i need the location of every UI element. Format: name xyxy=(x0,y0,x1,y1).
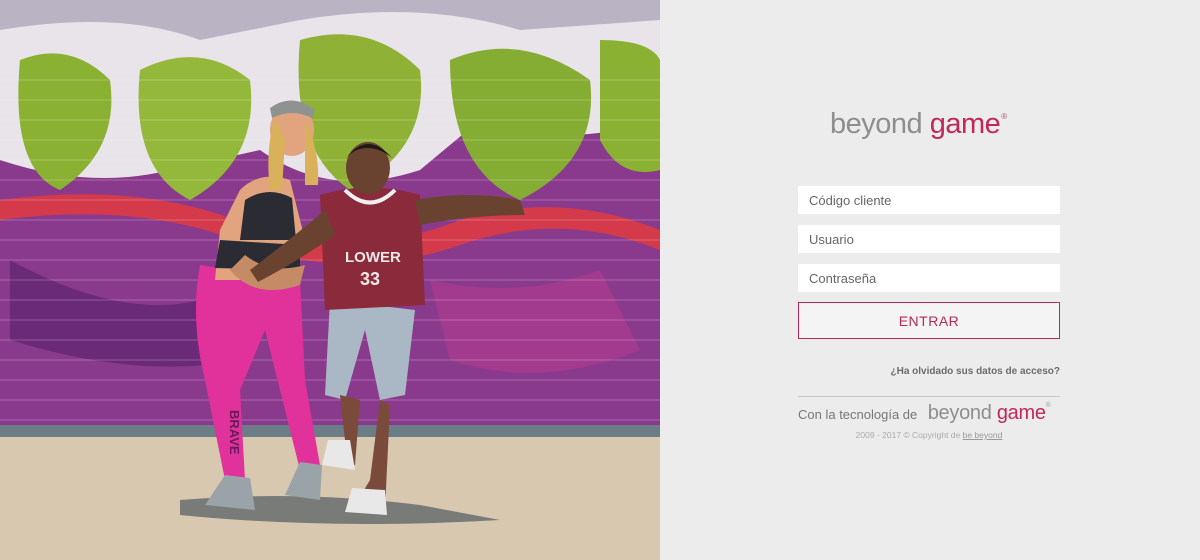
login-button[interactable]: ENTRAR xyxy=(798,302,1060,339)
footer-brand-logo: beyond game® xyxy=(928,402,1051,424)
powered-by: Con la tecnología de beyond game® xyxy=(798,402,1060,425)
footer-brand-word-beyond: beyond xyxy=(927,402,992,424)
jersey-number: 33 xyxy=(360,269,380,289)
copyright-text: 2009 - 2017 © Copyright de xyxy=(855,430,961,440)
brand-logo: beyond game® xyxy=(830,108,1007,141)
hero-illustration: LOWER 33 BRAVE xyxy=(0,0,660,560)
footer-divider xyxy=(798,396,1060,397)
footer-brand-word-game: game xyxy=(996,402,1046,424)
login-panel: beyond game® ENTRAR ¿Ha olvidado sus dat… xyxy=(660,0,1200,560)
username-input[interactable] xyxy=(798,225,1060,253)
footer-registered-mark: ® xyxy=(1045,402,1051,409)
jersey-text: LOWER xyxy=(345,249,401,266)
forgot-credentials-link[interactable]: ¿Ha olvidado sus datos de acceso? xyxy=(798,366,1061,377)
powered-by-label: Con la tecnología de xyxy=(798,407,918,422)
logo-word-game: game xyxy=(929,108,1001,140)
registered-mark: ® xyxy=(1001,112,1007,121)
logo-word-beyond: beyond xyxy=(830,108,923,140)
copyright-line: 2009 - 2017 © Copyright de be beyond xyxy=(798,430,1060,440)
hero-photo: LOWER 33 BRAVE xyxy=(0,0,660,560)
client-code-input[interactable] xyxy=(798,186,1060,214)
legging-text: BRAVE xyxy=(227,410,242,455)
password-input[interactable] xyxy=(798,264,1060,292)
copyright-link[interactable]: be beyond xyxy=(963,430,1003,440)
